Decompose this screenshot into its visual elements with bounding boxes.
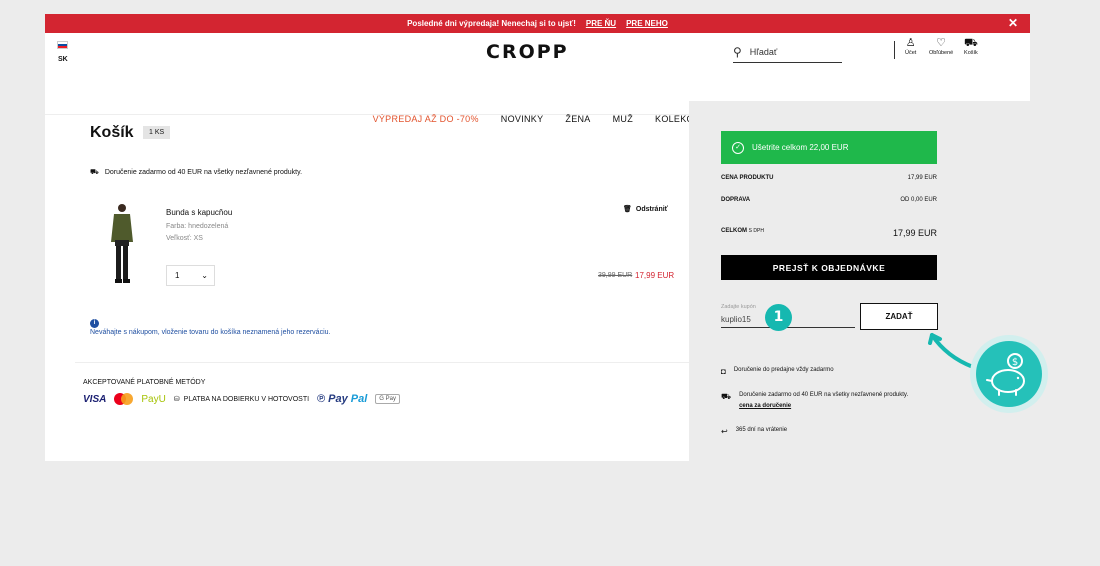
product-price-label: CENA PRODUKTU [721, 175, 774, 181]
product-price-value: 17,99 EUR [907, 175, 937, 181]
screenshot: Posledné dni výpredaja! Nenechaj si to u… [45, 14, 1030, 461]
user-icon: ♙ [905, 37, 916, 49]
piggy-bank-icon: $ [976, 341, 1042, 407]
product-image[interactable] [107, 202, 137, 284]
checkout-button[interactable]: PREJSŤ K OBJEDNÁVKE [721, 255, 937, 280]
cash-on-delivery-label: PLATBA NA DOBIERKU V HOTOVOSTI [183, 395, 310, 403]
feature-free-shipping: ⛟ Doručenie zadarmo od 40 EUR na všetky … [721, 392, 908, 409]
shipping-note-text: Doručenie zadarmo od 40 EUR na všetky ne… [104, 169, 303, 176]
language[interactable]: SK [58, 56, 68, 63]
promo-link-him[interactable]: PRE ŇU [586, 19, 616, 28]
piggy-bank-badge: $ [970, 335, 1048, 413]
divider [894, 41, 895, 59]
chevron-down-icon: ⌄ [201, 271, 208, 280]
coupon-label: Zadajte kupón [721, 304, 756, 310]
total-value: 17,99 EUR [892, 228, 937, 238]
quantity-select[interactable]: 1 ⌄ [166, 265, 215, 286]
return-icon: ↩ [721, 427, 728, 436]
product-name[interactable]: Bunda s kapucňou [166, 208, 232, 217]
store-icon: ◘ [721, 367, 726, 376]
favourites-label: Obľúbené [929, 50, 954, 56]
search-input[interactable]: Hľadať [750, 47, 778, 57]
logo[interactable]: CROPP [486, 41, 569, 63]
payment-methods: VISA PayU ⛁ PLATBA NA DOBIERKU V HOTOVOS… [83, 393, 400, 405]
total-row: CELKOM S DPH 17,99 EUR [721, 228, 937, 238]
cart-panel: Košík 1 KS ⛟ Doručenie zadarmo od 40 EUR… [45, 101, 689, 461]
paypal-icon: ℗ [317, 393, 326, 405]
shipping-label: DOPRAVA [721, 197, 751, 203]
search-icon: ⚲ [733, 44, 742, 59]
current-price: 17,99 EUR [635, 271, 675, 280]
feature-store-delivery-text: Doručenie do predajne vždy zadarmo [733, 367, 834, 373]
heart-icon: ♡ [936, 37, 947, 49]
favourites-button[interactable]: ♡ Obľúbené [929, 36, 953, 56]
visa-logo: VISA [83, 393, 107, 405]
remove-button[interactable]: 🗑 Odstrániť [623, 205, 669, 214]
remove-label: Odstrániť [635, 205, 669, 213]
promo-bar: Posledné dni výpredaja! Nenechaj si to u… [45, 14, 1030, 33]
dollar-sign: $ [1012, 357, 1018, 368]
mastercard-logo [114, 393, 134, 405]
quantity-value: 1 [175, 271, 180, 280]
account-label: Účet [905, 50, 917, 56]
feature-returns: ↩ 365 dní na vrátenie [721, 427, 787, 436]
search-field[interactable]: ⚲ Hľadať [733, 41, 842, 63]
feature-returns-text: 365 dní na vrátenie [735, 427, 788, 433]
page-title: Košík [90, 124, 134, 141]
payu-logo: PayU [141, 393, 166, 405]
step-marker: 1 [765, 304, 792, 331]
truck-icon: ⛟ [90, 169, 99, 176]
shipping-row: DOPRAVA OD 0,00 EUR [721, 197, 937, 203]
product-size: Veľkosť: XS [166, 235, 203, 242]
product-color: Farba: hnedozelená [166, 223, 229, 230]
paypal-text-b: Pal [350, 393, 368, 405]
total-label: CELKOM [721, 228, 747, 234]
item-count-badge: 1 KS [143, 126, 171, 139]
paypal-logo: ℗ Pay Pal [317, 393, 367, 405]
promo-link-her[interactable]: PRE NEHO [626, 19, 668, 28]
cart-button[interactable]: ⛟ Košík [964, 36, 978, 56]
promo-text: Posledné dni výpredaja! Nenechaj si to u… [407, 19, 576, 28]
savings-text: Ušetrite celkom 22,00 EUR [752, 143, 849, 152]
old-price: 39,99 EUR [598, 272, 633, 279]
google-pay-logo: G Pay [375, 394, 400, 404]
feature-store-delivery: ◘ Doručenie do predajne vždy zadarmo [721, 367, 834, 376]
reservation-info: Neváhajte s nákupom, vloženie tovaru do … [90, 329, 331, 336]
paypal-text-a: Pay [328, 393, 348, 405]
check-icon: ✓ [732, 141, 744, 154]
info-icon: i [90, 319, 99, 328]
cart-label: Košík [964, 50, 978, 56]
summary-panel: ✓ Ušetrite celkom 22,00 EUR CENA PRODUKT… [689, 101, 1030, 461]
shipping-value: OD 0,00 EUR [900, 197, 937, 203]
account-button[interactable]: ♙ Účet [905, 36, 916, 56]
divider [75, 362, 689, 363]
cart-icon: ⛟ [964, 37, 978, 49]
truck-icon: ⛟ [721, 392, 732, 401]
product-price-row: CENA PRODUKTU 17,99 EUR [721, 175, 937, 181]
shipping-price-link[interactable]: cena za doručenie [739, 403, 908, 409]
savings-banner: ✓ Ušetrite celkom 22,00 EUR [721, 131, 937, 164]
shipping-note: ⛟ Doručenie zadarmo od 40 EUR na všetky … [90, 168, 302, 177]
total-vat: S DPH [748, 228, 764, 234]
cash-icon: ⛁ [173, 396, 180, 403]
cash-on-delivery: ⛁ PLATBA NA DOBIERKU V HOTOVOSTI [173, 395, 310, 404]
flag-icon[interactable] [57, 41, 68, 49]
arrow-icon [928, 333, 975, 369]
close-icon[interactable]: ✕ [1008, 16, 1018, 30]
payment-methods-title: AKCEPTOVANÉ PLATOBNÉ METÓDY [83, 379, 206, 386]
feature-free-shipping-text: Doručenie zadarmo od 40 EUR na všetky ne… [739, 392, 909, 398]
trash-icon: 🗑 [623, 206, 632, 213]
